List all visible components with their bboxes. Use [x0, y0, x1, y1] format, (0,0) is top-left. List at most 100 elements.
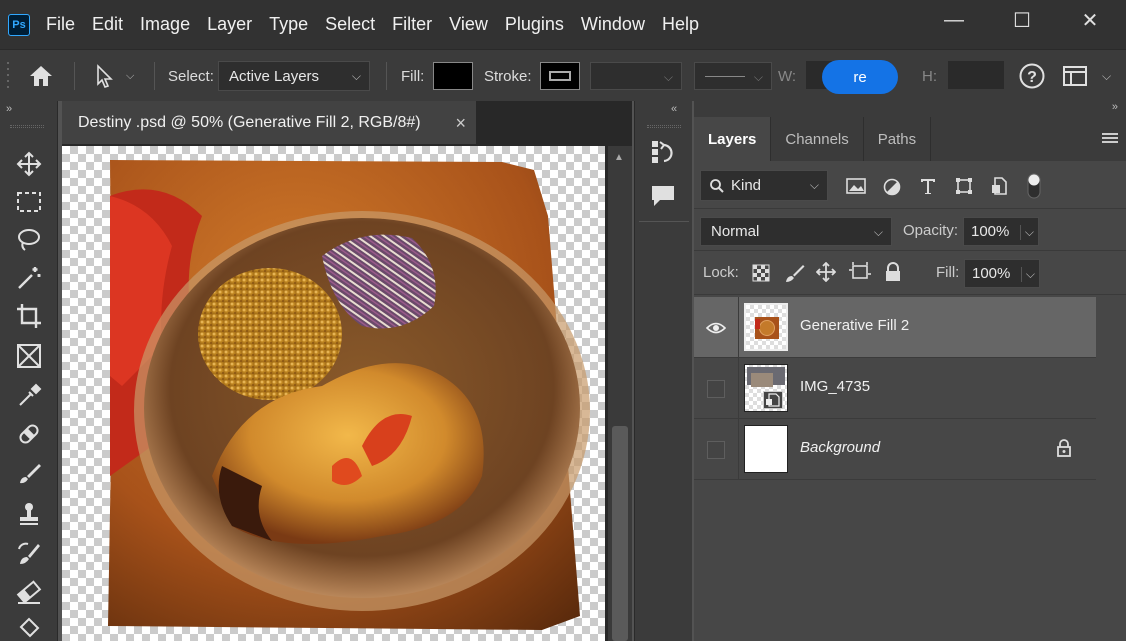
comments-panel-icon[interactable]	[650, 183, 676, 214]
scroll-up-icon[interactable]: ▲	[614, 152, 624, 163]
search-icon	[710, 178, 724, 193]
menu-image[interactable]: Image	[140, 14, 190, 35]
vertical-scrollbar[interactable]: ▲	[608, 146, 632, 641]
healing-brush-icon[interactable]	[14, 419, 44, 449]
blend-row: Normal ⌵ Opacity: 100% ⌵	[694, 209, 1126, 251]
layer-row[interactable]: IMG_4735	[694, 358, 1096, 419]
clone-stamp-icon[interactable]	[14, 499, 44, 529]
lock-all-icon[interactable]	[884, 262, 902, 287]
chevron-down-icon[interactable]: ⌵	[1102, 50, 1111, 102]
eraser-tool-icon[interactable]	[14, 577, 44, 607]
opacity-label: Opacity:	[903, 222, 959, 239]
filter-row: Kind ⌵	[694, 161, 1126, 209]
layer-name[interactable]: Generative Fill 2	[800, 317, 909, 334]
history-brush-icon[interactable]	[14, 539, 44, 569]
lasso-tool-icon[interactable]	[14, 225, 44, 255]
move-tool-icon[interactable]	[14, 149, 44, 179]
select-dropdown[interactable]: Active Layers ⌵	[218, 61, 370, 91]
tab-layers[interactable]: Layers	[694, 117, 772, 161]
filter-smart-object-icon[interactable]	[991, 177, 1009, 200]
blue-overlay-badge[interactable]: re	[822, 60, 898, 94]
filter-toggle-icon[interactable]	[1027, 173, 1041, 204]
move-tool-preset-icon[interactable]: ⌵	[94, 50, 134, 102]
fill-field[interactable]: 100% ⌵	[964, 259, 1040, 288]
chevron-down-icon: ⌵	[753, 70, 763, 84]
collapse-panel-icon[interactable]: »	[1112, 101, 1118, 113]
menu-select[interactable]: Select	[325, 14, 375, 35]
fill-swatch[interactable]	[433, 62, 473, 90]
filter-shape-icon[interactable]	[955, 177, 973, 200]
stroke-label: Stroke:	[484, 67, 532, 85]
panel-menu-icon[interactable]	[1102, 131, 1118, 150]
home-icon[interactable]	[28, 50, 54, 102]
brush-tool-icon[interactable]	[14, 459, 44, 489]
options-bar: ⌵ Select: Active Layers ⌵ Fill: Stroke: …	[0, 49, 1126, 101]
chevron-down-icon: ⌵	[351, 69, 361, 83]
filter-type-icon[interactable]	[919, 177, 937, 200]
layers-panel: » Layers Channels Paths Kind ⌵ Normal ⌵ …	[694, 101, 1126, 641]
lock-icon	[1056, 439, 1072, 462]
paint-bucket-icon[interactable]	[14, 615, 44, 641]
magic-wand-icon[interactable]	[14, 263, 44, 293]
close-window-button[interactable]: ✕	[1056, 0, 1124, 40]
history-panel-icon[interactable]	[650, 139, 676, 172]
visibility-eye-icon[interactable]	[706, 318, 726, 338]
opacity-field[interactable]: 100% ⌵	[963, 217, 1039, 246]
lock-label: Lock:	[703, 264, 739, 281]
chevron-down-icon: ⌵	[126, 69, 135, 82]
smart-object-badge-icon	[763, 391, 783, 409]
chevron-down-icon: ⌵	[809, 178, 819, 192]
stroke-swatch[interactable]	[540, 62, 580, 90]
eyedropper-tool-icon[interactable]	[14, 381, 44, 411]
expand-panel-icon[interactable]: »	[6, 103, 12, 115]
crop-tool-icon[interactable]	[14, 301, 44, 331]
menu-type[interactable]: Type	[269, 14, 308, 35]
document-tab[interactable]: Destiny .psd @ 50% (Generative Fill 2, R…	[62, 101, 476, 144]
marquee-tool-icon[interactable]	[14, 187, 44, 217]
lock-artboard-icon[interactable]	[849, 262, 871, 287]
grip-icon	[647, 125, 681, 128]
layer-row[interactable]: Generative Fill 2	[694, 297, 1096, 358]
document-tab-title: Destiny .psd @ 50% (Generative Fill 2, R…	[78, 113, 421, 131]
close-tab-icon[interactable]: ×	[455, 113, 466, 134]
lock-pixels-icon[interactable]	[785, 263, 805, 288]
workspace-icon[interactable]	[1062, 50, 1088, 102]
lock-transparent-icon[interactable]	[752, 264, 770, 287]
lock-position-icon[interactable]	[815, 261, 837, 287]
menu-plugins[interactable]: Plugins	[505, 14, 564, 35]
layer-name[interactable]: IMG_4735	[800, 378, 870, 395]
filter-kind-dropdown[interactable]: Kind ⌵	[700, 170, 828, 201]
menu-bar: Ps File Edit Image Layer Type Select Fil…	[0, 0, 1126, 49]
stroke-width-field[interactable]: ⌵	[590, 62, 682, 90]
select-label: Select:	[168, 67, 214, 85]
canvas[interactable]	[62, 146, 605, 641]
help-icon[interactable]: ?	[1018, 50, 1046, 102]
filter-pixel-icon[interactable]	[846, 178, 866, 199]
scroll-thumb[interactable]	[612, 426, 628, 641]
visibility-toggle[interactable]	[706, 379, 726, 399]
stroke-type-dropdown[interactable]: ⌵	[694, 62, 772, 90]
tab-paths[interactable]: Paths	[864, 117, 932, 161]
height-field[interactable]	[948, 61, 1004, 89]
chevron-down-icon: ⌵	[1019, 225, 1034, 240]
menu-help[interactable]: Help	[662, 14, 699, 35]
menu-filter[interactable]: Filter	[392, 14, 432, 35]
tab-channels[interactable]: Channels	[771, 117, 864, 161]
menu-edit[interactable]: Edit	[92, 14, 123, 35]
menu-view[interactable]: View	[449, 14, 488, 35]
collapse-dock-icon[interactable]: «	[671, 103, 677, 115]
maximize-button[interactable]: ☐	[988, 0, 1056, 40]
filter-adjustment-icon[interactable]	[883, 178, 901, 201]
menu-window[interactable]: Window	[581, 14, 645, 35]
document-area: Destiny .psd @ 50% (Generative Fill 2, R…	[62, 101, 632, 641]
layer-name[interactable]: Background	[800, 439, 880, 456]
frame-tool-icon[interactable]	[14, 341, 44, 371]
layer-row[interactable]: Background	[694, 419, 1096, 480]
minimize-button[interactable]: —	[920, 0, 988, 40]
photoshop-logo-icon: Ps	[8, 13, 30, 36]
menu-layer[interactable]: Layer	[207, 14, 252, 35]
collapsed-panel-dock: «	[634, 101, 692, 641]
visibility-toggle[interactable]	[706, 440, 726, 460]
menu-file[interactable]: File	[46, 14, 75, 35]
blend-mode-dropdown[interactable]: Normal ⌵	[700, 217, 892, 246]
